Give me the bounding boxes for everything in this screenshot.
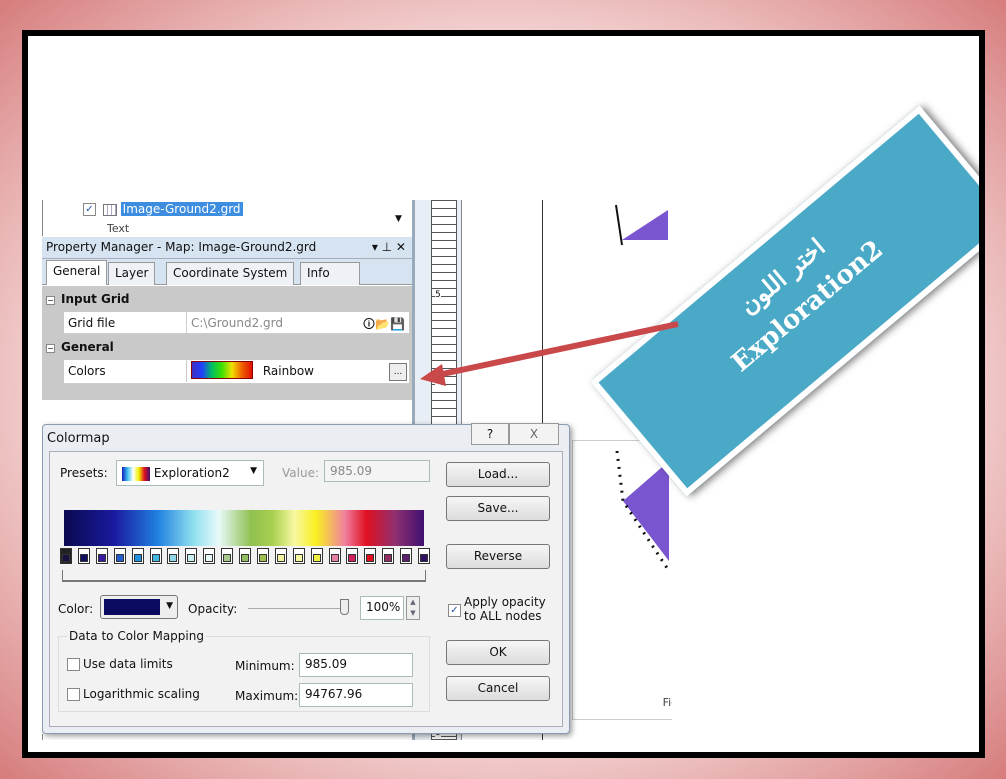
arrow-icon [420, 321, 679, 386]
slide-frame: ✓ Image-Ground2.grd Text ▼ Property Mana… [22, 30, 985, 758]
